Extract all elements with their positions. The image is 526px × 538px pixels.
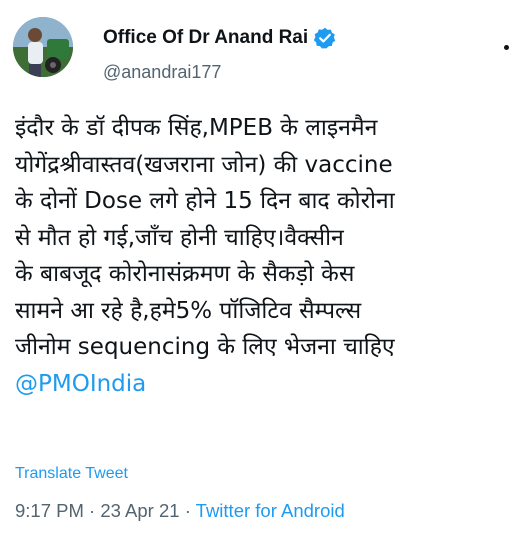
tweet-text-line: सामने आ रहे है,हमे5% पॉजिटिव सैम्पल्स — [15, 297, 362, 324]
tweet-text: इंदौर के डॉ दीपक सिंह,MPEB के लाइनमैन यो… — [15, 110, 520, 402]
tweet-text-line: इंदौर के डॉ दीपक सिंह,MPEB के लाइनमैन — [15, 115, 378, 141]
tweet: Office Of Dr Anand Rai @anandrai177 इंदौ… — [0, 0, 526, 538]
tweet-text-line: जीनोम sequencing के लिए भेजना चाहिए — [15, 334, 395, 360]
tweet-text-line: से मौत हो गई,जाँच होनी चाहिए।वैक्सीन — [15, 224, 344, 251]
author-name-row: Office Of Dr Anand Rai — [103, 27, 336, 49]
avatar[interactable] — [13, 17, 73, 77]
verified-badge-icon — [314, 27, 336, 49]
tweet-text-line: के दोनों Dose लगे होने 15 दिन बाद कोरोना — [15, 188, 395, 214]
tweet-date[interactable]: 23 Apr 21 — [100, 500, 179, 521]
mention-link[interactable]: @PMOIndia — [15, 366, 520, 403]
tweet-source-link[interactable]: Twitter for Android — [196, 500, 345, 521]
avatar-photo-icon — [13, 17, 73, 77]
tweet-metadata: 9:17 PM · 23 Apr 21 · Twitter for Androi… — [15, 500, 345, 522]
author-display-name[interactable]: Office Of Dr Anand Rai — [103, 27, 308, 49]
meta-separator: · — [179, 500, 196, 521]
translate-tweet-link[interactable]: Translate Tweet — [15, 465, 128, 483]
tweet-text-line: योगेंद्रश्रीवास्तव(खजराना जोन) की vaccin… — [15, 151, 393, 178]
more-dot — [504, 44, 509, 50]
meta-separator: · — [83, 500, 101, 521]
author-handle[interactable]: @anandrai177 — [103, 62, 221, 83]
more-options-icon[interactable] — [504, 34, 526, 60]
tweet-text-line: के बाबजूद कोरोनासंक्रमण के सैकड़ो केस — [15, 261, 355, 287]
tweet-time[interactable]: 9:17 PM — [15, 500, 84, 521]
